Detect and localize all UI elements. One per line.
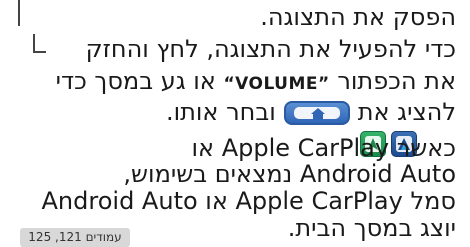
instruction-text-4a: להציג את: [357, 98, 456, 126]
carplay-note-text-4: יוצג במסך הבית.: [287, 214, 456, 242]
carplay-note-text-3: סמל Apple CarPlay או Android Auto: [41, 187, 456, 215]
instruction-text-4b: ובחר אותו.: [165, 98, 276, 126]
page-reference-tab: עמודים 121, 125: [20, 228, 130, 247]
carplay-note-text-2: Android Auto נמצאים בשימוש,: [123, 160, 456, 188]
instruction-line-3: את הכפתור ”VOLUME“ או גע במסך כדי: [56, 66, 456, 99]
home-button-icon: [283, 101, 350, 125]
instruction-text-2: כדי להפעיל את התצוגה, לחץ והחזק: [85, 35, 456, 63]
instruction-line-1: הפסק את התצוגה.: [260, 2, 456, 32]
carplay-note-line-2: Android Auto נמצאים בשימוש,: [123, 159, 456, 189]
step-bracket-vertical: [33, 34, 35, 52]
section-bracket-line: [18, 0, 20, 26]
volume-button-label: ”VOLUME“: [223, 74, 330, 94]
instruction-text-1: הפסק את התצוגה.: [260, 3, 456, 31]
step-bracket-horizontal: [33, 51, 46, 53]
instruction-text-3b: או גע במסך כדי: [55, 67, 224, 95]
carplay-note-line-3: סמל Apple CarPlay או Android Auto: [42, 186, 456, 216]
instruction-line-2: כדי להפעיל את התצוגה, לחץ והחזק: [86, 34, 456, 64]
instruction-line-4: להציג את ובחר אותו.: [166, 97, 456, 127]
manual-page: הפסק את התצוגה. כדי להפעיל את התצוגה, לח…: [0, 0, 470, 247]
carplay-note-text-1: כאשר Apple CarPlay או: [191, 134, 456, 162]
carplay-note-line-4: יוצג במסך הבית.: [288, 213, 456, 243]
instruction-text-3a: את הכפתור: [329, 67, 456, 95]
